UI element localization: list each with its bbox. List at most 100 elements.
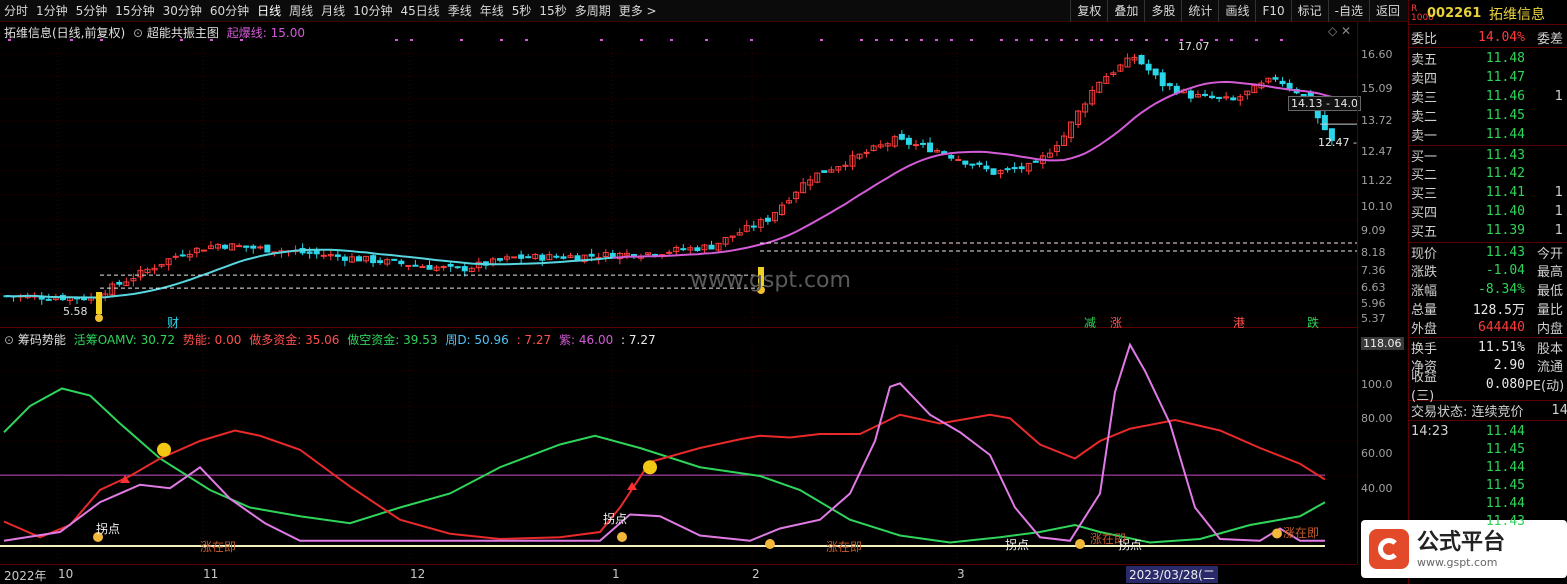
- overlay-button[interactable]: 叠加: [1107, 0, 1144, 22]
- period-tab[interactable]: 60分钟: [206, 0, 253, 22]
- candle-body: [412, 264, 419, 267]
- candle-body: [200, 249, 207, 252]
- candle-body: [1166, 83, 1173, 87]
- signal-dot: [1090, 39, 1093, 41]
- candle-body: [539, 254, 546, 261]
- candle-body: [955, 159, 962, 162]
- panel-settings-icon[interactable]: ◇ ✕: [1328, 24, 1351, 38]
- main-indicator-name[interactable]: 超能共振主图: [147, 26, 219, 40]
- candle-body: [983, 165, 990, 170]
- f10-button[interactable]: F10: [1255, 0, 1290, 22]
- period-tab[interactable]: 多周期: [571, 0, 615, 22]
- indicator-name[interactable]: 筹码势能: [18, 333, 66, 347]
- candle-body: [525, 256, 532, 259]
- buy-level-row: 买五 11.39 1: [1411, 223, 1563, 240]
- period-tab[interactable]: 分时: [0, 0, 32, 22]
- signal-dot: [460, 39, 463, 41]
- indicator-value: 做空资金: 39.53: [347, 333, 438, 347]
- period-toolbar: 分时 1分钟 5分钟 15分钟 30分钟 60分钟 日线 周线 月线 10分钟 …: [0, 0, 1408, 22]
- mark-button[interactable]: 标记: [1290, 0, 1328, 22]
- candle-body: [1011, 167, 1018, 170]
- signal-dot: [640, 39, 643, 41]
- indicator-dropdown-icon[interactable]: ⊙: [4, 333, 14, 347]
- quote-stat-row: 换手 11.51% 股本: [1409, 337, 1567, 357]
- period-tab[interactable]: 5秒: [508, 0, 536, 22]
- indicator-dropdown-icon[interactable]: ⊙: [133, 26, 143, 40]
- price-tick: 5.37: [1361, 312, 1386, 325]
- time-label: 2022年: [4, 569, 47, 583]
- candle-body: [588, 253, 595, 257]
- price-tick: 10.10: [1361, 200, 1393, 213]
- candle-body: [1272, 77, 1279, 80]
- candle-body: [927, 142, 934, 153]
- candle-body: [1004, 168, 1011, 171]
- period-tab[interactable]: 10分钟: [349, 0, 396, 22]
- candle-body: [990, 168, 997, 175]
- more-periods-button[interactable]: 更多 >: [615, 0, 661, 22]
- period-tab[interactable]: 30分钟: [159, 0, 206, 22]
- annotation-guaidian: 拐点: [603, 512, 628, 526]
- quote-stat-row: 现价 11.43 今开: [1409, 242, 1567, 262]
- signal-dot: [820, 39, 823, 41]
- period-tab[interactable]: 月线: [317, 0, 349, 22]
- stock-chart-app: 分时 1分钟 5分钟 15分钟 30分钟 60分钟 日线 周线 月线 10分钟 …: [0, 0, 1567, 584]
- period-tab[interactable]: 15秒: [535, 0, 570, 22]
- candle-body: [222, 244, 229, 249]
- candle-body: [912, 144, 919, 147]
- candle-body: [898, 133, 905, 140]
- price-tick: 9.09: [1361, 224, 1386, 237]
- period-tab[interactable]: 1分钟: [32, 0, 72, 22]
- quote-stat-row: 涨幅 -8.34% 最低: [1411, 282, 1563, 299]
- signal-dot: [890, 39, 893, 41]
- signal-dot: [600, 39, 603, 41]
- period-tab[interactable]: 年线: [476, 0, 508, 22]
- restore-rights-button[interactable]: 复权: [1070, 0, 1107, 22]
- price-tick: 7.36: [1361, 264, 1386, 277]
- ind-tick: 40.00: [1361, 482, 1393, 495]
- candle-body: [243, 245, 250, 248]
- candle-body: [313, 250, 320, 255]
- stock-name[interactable]: 拓维信息: [1489, 4, 1545, 24]
- back-button[interactable]: 返回: [1368, 0, 1406, 22]
- period-tab[interactable]: 季线: [444, 0, 476, 22]
- tick-row: 11.45: [1485, 478, 1525, 493]
- signal-dot: [1030, 39, 1033, 41]
- draw-line-button[interactable]: 画线: [1218, 0, 1255, 22]
- event-tag: 跌: [1307, 316, 1320, 330]
- candle-body: [560, 256, 567, 259]
- ind-tick: 100.0: [1361, 378, 1393, 391]
- candlestick-panel[interactable]: 拓维信息(日线,前复权) ⊙ 超能共振主图 起爆线: 15.00 ◇ ✕ 17.…: [0, 22, 1361, 330]
- time-axis: 2022年 10 11 12 1 2 3 2023/03/28(二: [0, 564, 1357, 584]
- remove-favorite-button[interactable]: -自选: [1327, 0, 1369, 22]
- tick-row: 11.45: [1485, 442, 1525, 457]
- candle-body: [1159, 72, 1166, 87]
- candle-body: [518, 254, 525, 259]
- multi-stock-button[interactable]: 多股: [1144, 0, 1181, 22]
- candle-body: [461, 266, 468, 272]
- candle-body: [905, 137, 912, 145]
- indicator-value: 周D: 50.96: [445, 333, 509, 347]
- candle-body: [250, 245, 257, 249]
- statistics-button[interactable]: 统计: [1181, 0, 1218, 22]
- period-tab-active[interactable]: 日线: [253, 0, 285, 22]
- signal-dot: [920, 39, 923, 41]
- candle-body: [1145, 63, 1152, 71]
- price-tick: 5.96: [1361, 297, 1386, 310]
- candle-body: [1321, 115, 1328, 131]
- signal-dot: [525, 39, 528, 41]
- candle-body: [1187, 90, 1194, 99]
- period-tab[interactable]: 15分钟: [111, 0, 158, 22]
- candle-body: [398, 260, 405, 265]
- price-tick: 6.63: [1361, 281, 1386, 294]
- tick-row: 14:23 11.44: [1411, 424, 1525, 439]
- indicator-value: : 7.27: [621, 333, 656, 347]
- cursor-date: 2023/03/28(二: [1126, 566, 1218, 583]
- candle-body: [447, 263, 454, 267]
- candle-body: [334, 254, 341, 257]
- period-tab[interactable]: 45日线: [396, 0, 443, 22]
- period-tab[interactable]: 5分钟: [72, 0, 112, 22]
- period-tab[interactable]: 周线: [285, 0, 317, 22]
- indicator-panel[interactable]: ⊙ 筹码势能 活筹OAMV: 30.72 势能: 0.00 做多资金: 35.0…: [0, 330, 1357, 564]
- candle-body: [708, 244, 715, 250]
- sell-level-row: 卖二 11.45: [1411, 108, 1525, 125]
